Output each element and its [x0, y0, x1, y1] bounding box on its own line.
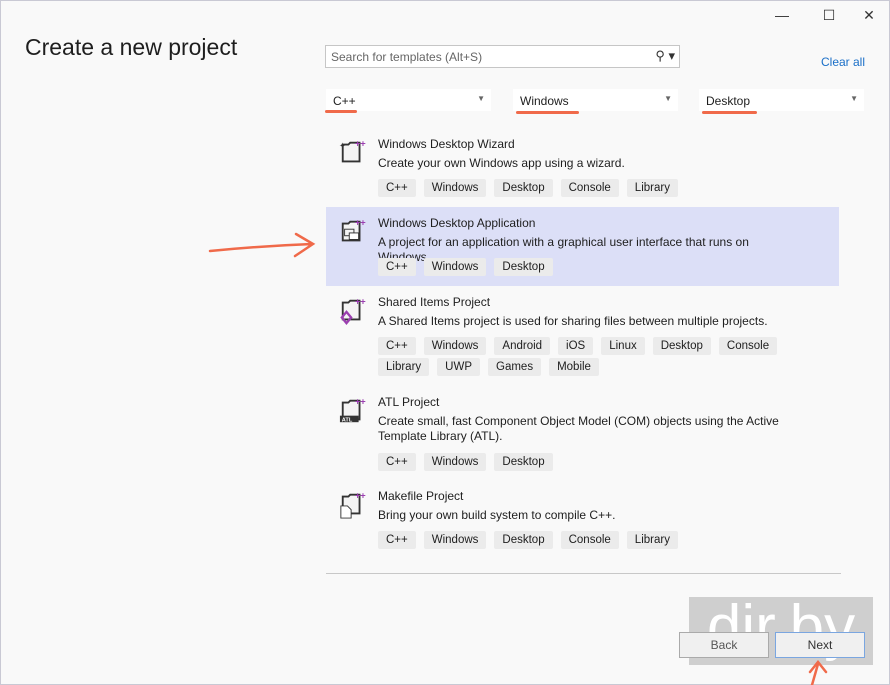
svg-text:++: ++ — [355, 397, 366, 406]
platform-dropdown[interactable]: Windows ▼ — [513, 89, 678, 111]
template-description: A Shared Items project is used for shari… — [378, 314, 768, 328]
search-input[interactable]: Search for templates (Alt+S) ⚲ ▾ — [325, 45, 680, 68]
minimize-button[interactable]: — — [767, 4, 797, 26]
template-tags: C++ Windows Desktop — [378, 258, 818, 276]
tag: Console — [560, 179, 619, 197]
template-item[interactable]: ++ ✦ Windows Desktop Wizard Create your o… — [326, 135, 839, 205]
next-button[interactable]: Next — [775, 632, 865, 658]
divider — [326, 573, 841, 574]
atl-icon: ++ ATL — [339, 397, 366, 423]
tag: Games — [488, 358, 542, 376]
template-tags: C++ Windows Android iOS Linux Desktop Console L… — [378, 337, 818, 376]
chevron-down-icon: ▼ — [850, 94, 858, 103]
template-tags: C++ Windows Desktop Console Library — [378, 179, 818, 197]
tag: Library — [626, 179, 678, 197]
tag: C++ — [378, 258, 416, 276]
tag: Windows — [423, 179, 487, 197]
desktop-app-icon: ++ — [341, 218, 366, 242]
page-title: Create a new project — [25, 34, 238, 60]
tag: C++ — [378, 337, 416, 355]
svg-text:✦: ✦ — [339, 140, 346, 150]
svg-text:++: ++ — [355, 297, 366, 306]
tag: Desktop — [494, 531, 553, 549]
maximize-button[interactable]: ☐ — [814, 4, 844, 26]
tag: Android — [494, 337, 551, 355]
template-description: Bring your own build system to compile C… — [378, 508, 616, 522]
clear-all-link[interactable]: Clear all — [821, 55, 865, 69]
template-name: ATL Project — [378, 395, 440, 409]
template-description: Create your own Windows app using a wiza… — [378, 156, 625, 170]
template-name: Shared Items Project — [378, 295, 491, 309]
tag: Windows — [423, 337, 487, 355]
tag: C++ — [378, 531, 416, 549]
close-button[interactable]: ✕ — [854, 4, 884, 26]
project-type-value: Desktop — [706, 94, 751, 108]
shared-items-icon: ++ — [340, 297, 366, 325]
back-button[interactable]: Back — [679, 632, 769, 658]
makefile-icon: ++ — [340, 491, 366, 519]
tag: Windows — [423, 258, 487, 276]
svg-text:++: ++ — [355, 491, 366, 500]
template-name: Windows Desktop Wizard — [378, 137, 515, 151]
tag: Desktop — [494, 179, 553, 197]
platform-value: Windows — [520, 94, 569, 108]
tag: UWP — [437, 358, 480, 376]
tag: Linux — [601, 337, 645, 355]
template-tags: C++ Windows Desktop Console Library — [378, 531, 818, 549]
chevron-down-icon: ▼ — [664, 94, 672, 103]
template-name: Windows Desktop Application — [378, 216, 536, 230]
template-tags: C++ Windows Desktop — [378, 453, 818, 471]
template-description: Create small, fast Component Object Mode… — [378, 414, 779, 443]
template-item[interactable]: ++ Makefile Project Bring your own build… — [326, 487, 839, 557]
chevron-down-icon: ▼ — [477, 94, 485, 103]
tag: Desktop — [652, 337, 711, 355]
annotation-underline — [516, 111, 579, 114]
svg-text:++: ++ — [355, 218, 366, 227]
language-value: C++ — [333, 94, 356, 108]
tag: Console — [718, 337, 778, 355]
tag: C++ — [378, 453, 416, 471]
tag: C++ — [378, 179, 416, 197]
tag: Library — [378, 358, 430, 376]
language-dropdown[interactable]: C++ ▼ — [326, 89, 491, 111]
wizard-icon: ++ ✦ — [339, 139, 366, 163]
annotation-underline — [702, 111, 757, 114]
template-item[interactable]: ++ ATL ATL Project Create small, fast Com… — [326, 393, 839, 477]
template-item[interactable]: ++ Windows Desktop Application A project… — [326, 207, 839, 286]
annotation-underline — [325, 110, 357, 113]
tag: Desktop — [494, 453, 553, 471]
tag: Mobile — [549, 358, 599, 376]
template-item[interactable]: ++ Shared Items Project A Shared Items p… — [326, 293, 839, 385]
template-name: Makefile Project — [378, 489, 464, 503]
tag: Desktop — [494, 258, 553, 276]
tag: Windows — [423, 453, 487, 471]
tag: Console — [560, 531, 619, 549]
search-icon[interactable]: ⚲ ▾ — [655, 48, 675, 64]
search-placeholder: Search for templates (Alt+S) — [331, 50, 483, 64]
svg-text:ATL: ATL — [342, 417, 353, 423]
tag: Library — [626, 531, 678, 549]
tag: iOS — [558, 337, 594, 355]
tag: Windows — [423, 531, 487, 549]
svg-text:++: ++ — [355, 139, 366, 148]
project-type-dropdown[interactable]: Desktop ▼ — [699, 89, 864, 111]
